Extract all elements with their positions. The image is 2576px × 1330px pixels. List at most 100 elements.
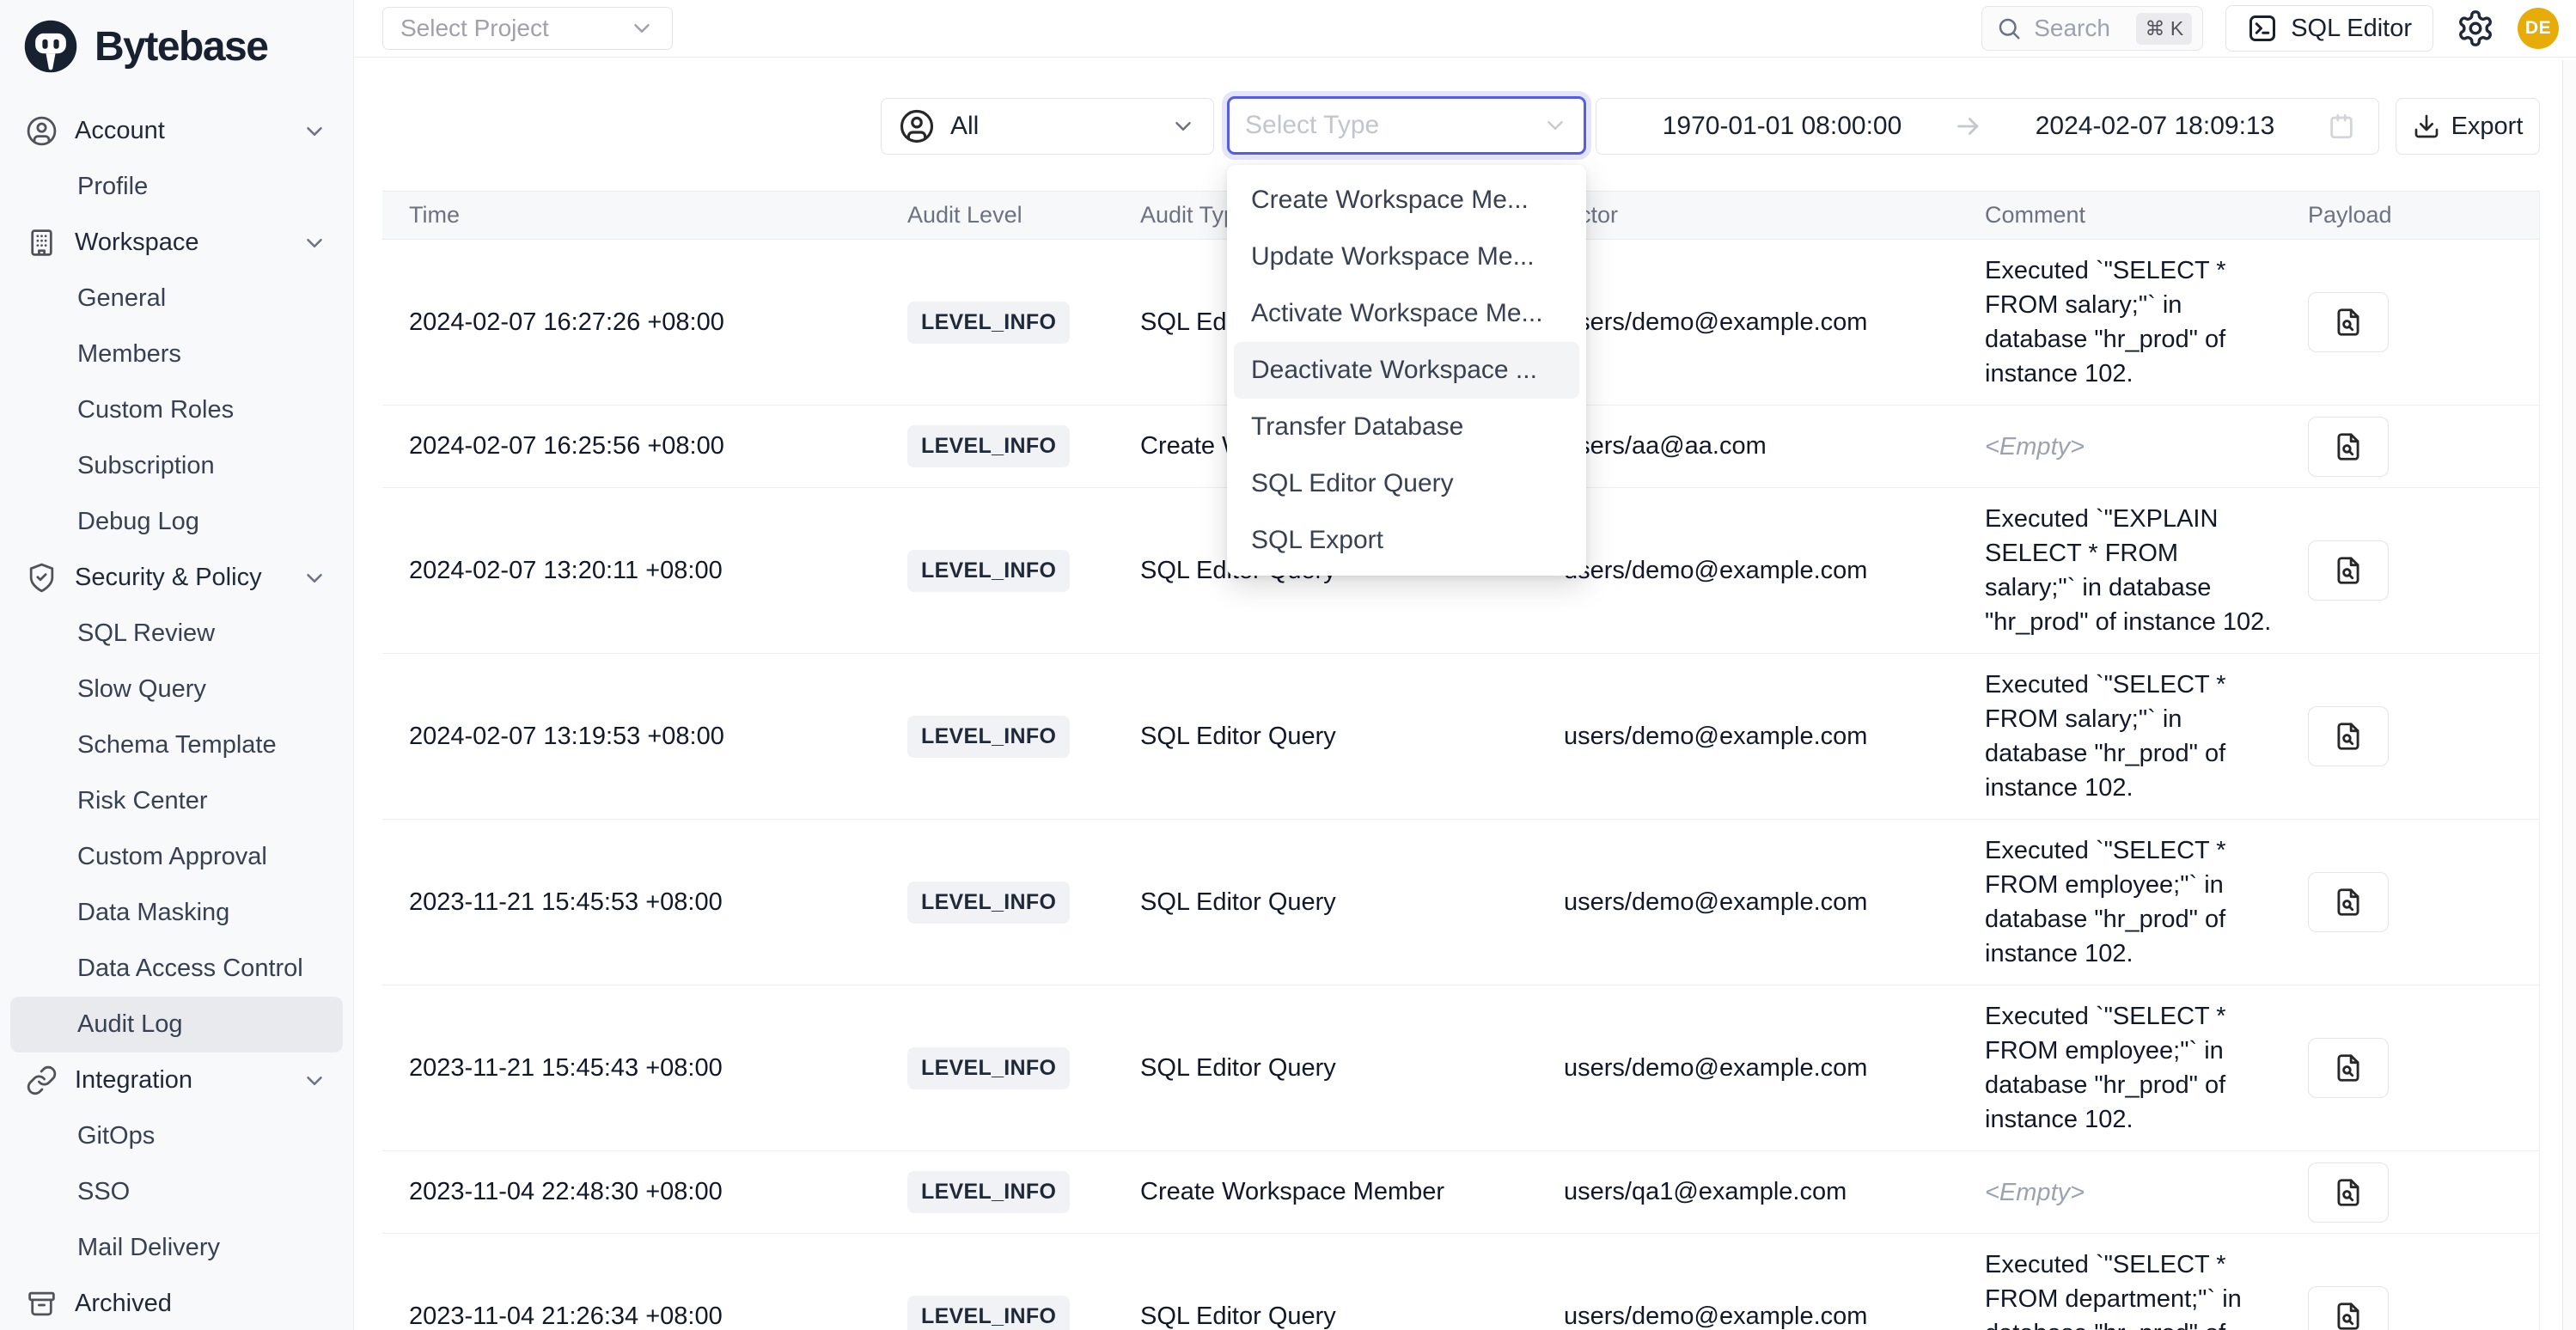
sidebar-item-label: Members xyxy=(77,340,181,369)
column-header-audit-level: Audit Level xyxy=(907,202,1140,229)
payload-view-button[interactable] xyxy=(2308,1286,2389,1330)
sidebar-item-debug-log[interactable]: Debug Log xyxy=(10,494,343,550)
search-input[interactable]: Search ⌘ K xyxy=(1981,6,2203,51)
cell-payload xyxy=(2308,1286,2540,1330)
vertical-scrollbar[interactable] xyxy=(2562,60,2576,1330)
chevron-down-icon xyxy=(1170,113,1196,139)
cell-payload xyxy=(2308,417,2540,477)
sql-editor-label: SQL Editor xyxy=(2291,15,2412,43)
sidebar-item-profile[interactable]: Profile xyxy=(10,159,343,215)
cell-time: 2024-02-07 16:25:56 +08:00 xyxy=(409,432,907,461)
audit-level-badge: LEVEL_INFO xyxy=(907,425,1070,467)
sidebar: Bytebase Account Profile WorkspaceGeneral M… xyxy=(0,0,354,1330)
brand-logo[interactable]: Bytebase xyxy=(0,0,353,93)
sidebar-item-general[interactable]: General xyxy=(10,271,343,326)
cell-time: 2023-11-21 15:45:53 +08:00 xyxy=(409,888,907,917)
arrow-right-icon xyxy=(1954,112,1983,141)
sidebar-nav: Account Profile WorkspaceGeneral Members Cus… xyxy=(0,93,353,1330)
audit-level-badge: LEVEL_INFO xyxy=(907,1296,1070,1330)
terminal-icon xyxy=(2247,13,2278,44)
gear-icon[interactable] xyxy=(2456,9,2495,48)
sidebar-item-sso[interactable]: SSO xyxy=(10,1164,343,1220)
cell-actor: users/demo@example.com xyxy=(1564,308,1985,337)
cell-audit-type: Create Workspace Member xyxy=(1140,1178,1564,1206)
avatar[interactable]: DE xyxy=(2518,8,2559,49)
type-option-sql-export[interactable]: SQL Export xyxy=(1234,512,1579,569)
sidebar-item-mail-delivery[interactable]: Mail Delivery xyxy=(10,1220,343,1276)
date-start: 1970-01-01 08:00:00 xyxy=(1619,112,1945,141)
cell-comment: Executed `"SELECT * FROM salary;"` in da… xyxy=(1985,240,2308,405)
cell-actor: users/qa1@example.com xyxy=(1564,1178,1985,1206)
sidebar-item-label: Audit Log xyxy=(77,1010,183,1039)
sidebar-item-sql-review[interactable]: SQL Review xyxy=(10,606,343,662)
table-row: 2023-11-04 21:26:34 +08:00LEVEL_INFOSQL … xyxy=(382,1234,2539,1330)
cell-time: 2023-11-04 21:26:34 +08:00 xyxy=(409,1303,907,1330)
sidebar-item-archived[interactable]: Archived xyxy=(10,1276,343,1330)
cell-payload xyxy=(2308,540,2540,601)
topbar: Select Project Search ⌘ K SQL Editor xyxy=(354,0,2576,58)
cell-time: 2024-02-07 16:27:26 +08:00 xyxy=(409,308,907,337)
sql-editor-button[interactable]: SQL Editor xyxy=(2225,5,2433,52)
cell-payload xyxy=(2308,1162,2540,1223)
cell-payload xyxy=(2308,292,2540,352)
sidebar-item-data-access-control[interactable]: Data Access Control xyxy=(10,941,343,997)
cell-time: 2024-02-07 13:19:53 +08:00 xyxy=(409,723,907,751)
cell-time: 2023-11-21 15:45:43 +08:00 xyxy=(409,1054,907,1083)
type-filter-placeholder: Select Type xyxy=(1245,111,1379,140)
cell-payload xyxy=(2308,872,2540,932)
cell-actor: users/demo@example.com xyxy=(1564,723,1985,751)
type-filter-select[interactable]: Select Type xyxy=(1227,96,1586,155)
empty-comment: <Empty> xyxy=(1985,1179,2085,1206)
sidebar-item-label: Schema Template xyxy=(77,731,277,760)
sidebar-item-integration[interactable]: Integration xyxy=(10,1052,343,1108)
type-option-create-workspace-me[interactable]: Create Workspace Me... xyxy=(1234,172,1579,229)
cell-audit-level: LEVEL_INFO xyxy=(907,1296,1140,1330)
sidebar-item-gitops[interactable]: GitOps xyxy=(10,1108,343,1164)
sidebar-item-audit-log[interactable]: Audit Log xyxy=(10,997,343,1052)
column-header-payload: Payload xyxy=(2308,202,2540,229)
actor-filter-select[interactable]: All xyxy=(881,98,1214,155)
topbar-right: Search ⌘ K SQL Editor DE xyxy=(1981,5,2559,52)
type-option-sql-editor-query[interactable]: SQL Editor Query xyxy=(1234,455,1579,512)
type-option-activate-workspace-me[interactable]: Activate Workspace Me... xyxy=(1234,285,1579,342)
table-row: 2023-11-21 15:45:53 +08:00LEVEL_INFOSQL … xyxy=(382,820,2539,985)
file-search-icon xyxy=(2332,1300,2365,1330)
payload-view-button[interactable] xyxy=(2308,417,2389,477)
audit-level-badge: LEVEL_INFO xyxy=(907,716,1070,758)
payload-view-button[interactable] xyxy=(2308,540,2389,601)
sidebar-item-account[interactable]: Account xyxy=(10,103,343,159)
cell-audit-type: SQL Editor Query xyxy=(1140,1054,1564,1083)
sidebar-item-label: SQL Review xyxy=(77,619,215,648)
type-option-deactivate-workspace[interactable]: Deactivate Workspace ... xyxy=(1234,342,1579,399)
sidebar-item-subscription[interactable]: Subscription xyxy=(10,438,343,494)
date-range-picker[interactable]: 1970-01-01 08:00:00 2024-02-07 18:09:13 xyxy=(1596,98,2379,155)
sidebar-item-custom-roles[interactable]: Custom Roles xyxy=(10,382,343,438)
payload-view-button[interactable] xyxy=(2308,1038,2389,1098)
sidebar-item-risk-center[interactable]: Risk Center xyxy=(10,773,343,829)
cell-audit-type: SQL Editor Query xyxy=(1140,888,1564,917)
sidebar-item-security-policy[interactable]: Security & Policy xyxy=(10,550,343,606)
sidebar-item-custom-approval[interactable]: Custom Approval xyxy=(10,829,343,885)
sidebar-item-schema-template[interactable]: Schema Template xyxy=(10,717,343,773)
cell-audit-level: LEVEL_INFO xyxy=(907,716,1140,758)
sidebar-item-workspace[interactable]: Workspace xyxy=(10,215,343,271)
payload-view-button[interactable] xyxy=(2308,292,2389,352)
type-option-transfer-database[interactable]: Transfer Database xyxy=(1234,399,1579,455)
file-search-icon xyxy=(2332,554,2365,587)
payload-view-button[interactable] xyxy=(2308,1162,2389,1223)
search-icon xyxy=(1996,15,2022,41)
file-search-icon xyxy=(2332,1052,2365,1084)
table-row: 2023-11-21 15:45:43 +08:00LEVEL_INFOSQL … xyxy=(382,985,2539,1151)
sidebar-item-label: Subscription xyxy=(77,452,215,480)
export-button[interactable]: Export xyxy=(2396,98,2540,155)
sidebar-item-label: Profile xyxy=(77,173,148,201)
cell-comment: Executed `"SELECT * FROM employee;"` in … xyxy=(1985,985,2308,1150)
type-option-update-workspace-me[interactable]: Update Workspace Me... xyxy=(1234,229,1579,285)
sidebar-item-slow-query[interactable]: Slow Query xyxy=(10,662,343,717)
sidebar-item-members[interactable]: Members xyxy=(10,326,343,382)
sidebar-item-data-masking[interactable]: Data Masking xyxy=(10,885,343,941)
sidebar-item-label: Data Masking xyxy=(77,899,229,927)
project-select[interactable]: Select Project xyxy=(382,7,673,50)
payload-view-button[interactable] xyxy=(2308,872,2389,932)
payload-view-button[interactable] xyxy=(2308,706,2389,766)
